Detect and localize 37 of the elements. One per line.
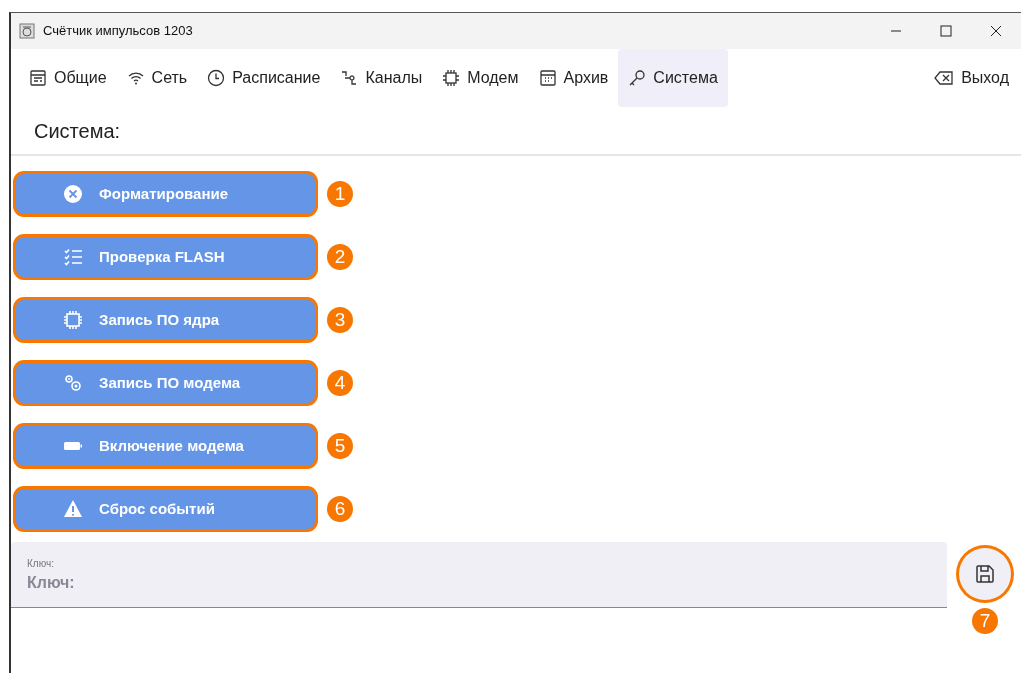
checklist-icon <box>63 247 83 267</box>
callout-number: 3 <box>327 307 353 333</box>
key-field[interactable]: Ключ: Ключ: <box>11 542 947 608</box>
backspace-icon <box>934 70 955 86</box>
field-label: Ключ: <box>27 557 55 571</box>
callout-number: 2 <box>327 244 353 270</box>
nav-tab[interactable]: Архив <box>528 49 619 107</box>
chip-icon <box>63 310 83 330</box>
exit-button[interactable]: Выход <box>924 49 1019 107</box>
callout-number: 7 <box>972 608 998 634</box>
callout-number: 5 <box>327 433 353 459</box>
nav-tab[interactable]: Система <box>618 49 728 107</box>
nav-tab[interactable]: Расписание <box>197 49 331 107</box>
nav-tab[interactable]: Общие <box>19 49 117 107</box>
maximize-icon <box>940 25 952 37</box>
section-heading: Система: <box>33 119 122 144</box>
clock-icon <box>207 69 226 87</box>
save-icon <box>975 564 995 584</box>
callout-number: 4 <box>327 370 353 396</box>
app-icon <box>19 23 35 39</box>
nav-tab[interactable]: Каналы <box>330 49 433 107</box>
cancel-icon <box>63 184 83 204</box>
nav-tab[interactable]: Сеть <box>116 49 198 107</box>
gears-icon <box>63 373 83 393</box>
key-input[interactable]: Ключ: <box>27 571 931 595</box>
window-title: Счётчик импульсов 1203 <box>43 22 194 41</box>
callout-number: 6 <box>327 496 353 522</box>
chip-icon <box>442 69 461 87</box>
close-icon <box>990 25 1002 37</box>
channels-icon <box>340 69 359 87</box>
panel-icon <box>29 69 47 87</box>
callout-number: 1 <box>327 181 353 207</box>
calendar-icon <box>538 69 557 87</box>
nav-tab[interactable]: Модем <box>432 49 529 107</box>
save-button[interactable] <box>959 548 1011 600</box>
warning-icon <box>63 499 83 519</box>
key-icon <box>628 69 647 87</box>
